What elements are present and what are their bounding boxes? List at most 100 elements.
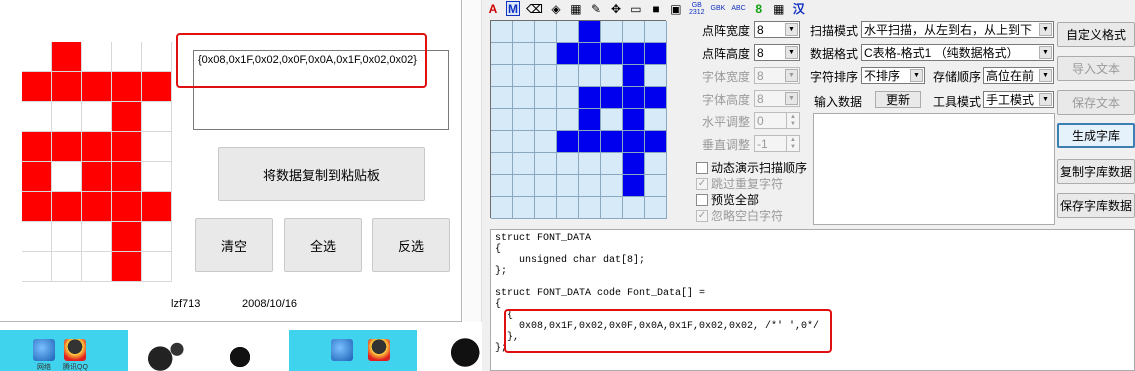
storage-order-select[interactable]: 高位在前 ▼: [983, 67, 1054, 84]
pixel-on[interactable]: [22, 132, 52, 162]
checkbox-box[interactable]: [696, 161, 708, 174]
pixel-off[interactable]: [142, 102, 172, 132]
checkbox-skip-duplicates[interactable]: ✓ 跳过重复字符: [696, 175, 783, 192]
code-output-area[interactable]: struct FONT_DATA{ unsigned char dat[8];}…: [490, 229, 1135, 371]
pixel-off[interactable]: [112, 42, 142, 72]
generate-font-button[interactable]: 生成字库: [1057, 123, 1135, 148]
network-icon-2[interactable]: [331, 339, 353, 361]
pixel-on[interactable]: [112, 72, 142, 102]
pixel-off[interactable]: [513, 153, 535, 175]
pixel-on[interactable]: [22, 72, 52, 102]
save-font-data-button[interactable]: 保存字库数据: [1057, 193, 1135, 218]
pixel-on[interactable]: [82, 72, 112, 102]
invert-button[interactable]: 反选: [372, 218, 450, 272]
pixel-on[interactable]: [623, 109, 645, 131]
abc-icon[interactable]: ABC: [731, 1, 745, 16]
pixel-off[interactable]: [579, 153, 601, 175]
font-a-icon[interactable]: A: [486, 1, 500, 16]
pixel-on[interactable]: [112, 162, 142, 192]
pixel-off[interactable]: [645, 153, 667, 175]
pixel-off[interactable]: [579, 175, 601, 197]
save-icon[interactable]: ■: [649, 1, 663, 16]
checkbox-ignore-blank[interactable]: ✓ 忽略空白字符: [696, 207, 783, 224]
pixel-off[interactable]: [557, 153, 579, 175]
pixel-off[interactable]: [579, 65, 601, 87]
network-icon[interactable]: [33, 339, 55, 361]
pixel-on[interactable]: [112, 252, 142, 282]
pixel-on[interactable]: [601, 43, 623, 65]
pixel-on[interactable]: [142, 72, 172, 102]
pixel-off[interactable]: [579, 197, 601, 219]
eraser-icon[interactable]: ⌫: [526, 1, 543, 16]
pixel-off[interactable]: [491, 197, 513, 219]
palette-icon[interactable]: ▦: [569, 1, 583, 16]
char-sort-select[interactable]: 不排序 ▼: [861, 67, 925, 84]
pixel-on[interactable]: [579, 131, 601, 153]
pixel-off[interactable]: [491, 131, 513, 153]
hex-output-box[interactable]: {0x08,0x1F,0x02,0x0F,0x0A,0x1F,0x02,0x02…: [193, 50, 449, 130]
pixel-off[interactable]: [491, 175, 513, 197]
gb2312-icon[interactable]: GB 2312: [689, 1, 705, 16]
pixel-off[interactable]: [142, 222, 172, 252]
save-text-button[interactable]: 保存文本: [1057, 90, 1135, 115]
qq-icon-2[interactable]: [368, 339, 390, 361]
font-m-icon[interactable]: M: [506, 1, 520, 16]
pixel-off[interactable]: [513, 65, 535, 87]
pixel-off[interactable]: [601, 153, 623, 175]
pixel-off[interactable]: [491, 43, 513, 65]
pixel-on[interactable]: [112, 222, 142, 252]
scan-mode-select[interactable]: 水平扫描，从左到右，从上到下 ▼: [861, 21, 1054, 38]
pixel-on[interactable]: [623, 175, 645, 197]
pixel-off[interactable]: [601, 175, 623, 197]
pixel-off[interactable]: [645, 175, 667, 197]
checkbox-box[interactable]: ✓: [696, 209, 708, 222]
pixel-on[interactable]: [22, 192, 52, 222]
pixel-on[interactable]: [52, 132, 82, 162]
pixel-off[interactable]: [557, 65, 579, 87]
pixel-off[interactable]: [52, 222, 82, 252]
pixel-off[interactable]: [601, 65, 623, 87]
h-adjust-spinner[interactable]: 0 ▲ ▼: [754, 112, 800, 129]
pixel-on[interactable]: [623, 65, 645, 87]
pixel-off[interactable]: [491, 87, 513, 109]
pixel-off[interactable]: [513, 197, 535, 219]
red-pixel-grid[interactable]: [22, 42, 172, 282]
pixel-on[interactable]: [601, 87, 623, 109]
pixel-off[interactable]: [513, 21, 535, 43]
pixel-off[interactable]: [623, 197, 645, 219]
pixel-off[interactable]: [601, 21, 623, 43]
pixel-on[interactable]: [22, 162, 52, 192]
pixel-off[interactable]: [52, 102, 82, 132]
pixel-off[interactable]: [22, 252, 52, 282]
pixel-off[interactable]: [142, 162, 172, 192]
grid-color-icon[interactable]: ▦: [772, 1, 786, 16]
pencil-icon[interactable]: ✎: [589, 1, 603, 16]
font-width-select[interactable]: 8 ▼: [754, 67, 800, 84]
han-icon[interactable]: 汉: [792, 1, 806, 16]
pixel-off[interactable]: [645, 109, 667, 131]
pixel-on[interactable]: [557, 43, 579, 65]
pixel-off[interactable]: [513, 87, 535, 109]
spinner-arrows-icon[interactable]: ▲ ▼: [786, 136, 799, 151]
pixel-off[interactable]: [513, 131, 535, 153]
pixel-on[interactable]: [82, 162, 112, 192]
pixel-off[interactable]: [557, 175, 579, 197]
pixel-off[interactable]: [52, 162, 82, 192]
pixel-off[interactable]: [22, 42, 52, 72]
qq-icon[interactable]: [64, 339, 86, 361]
pixel-off[interactable]: [491, 21, 513, 43]
input-data-textarea[interactable]: [813, 113, 1055, 225]
pixel-on[interactable]: [112, 102, 142, 132]
update-button[interactable]: 更新: [875, 91, 921, 108]
pixel-off[interactable]: [491, 109, 513, 131]
gbk-icon[interactable]: GBK: [711, 1, 726, 16]
pixel-off[interactable]: [535, 65, 557, 87]
pixel-on[interactable]: [82, 192, 112, 222]
font-height-select[interactable]: 8 ▼: [754, 90, 800, 107]
pixel-on[interactable]: [579, 43, 601, 65]
pixel-off[interactable]: [535, 109, 557, 131]
select-all-button[interactable]: 全选: [284, 218, 362, 272]
pixel-off[interactable]: [557, 21, 579, 43]
pixel-on[interactable]: [645, 43, 667, 65]
clear-button[interactable]: 清空: [195, 218, 273, 272]
